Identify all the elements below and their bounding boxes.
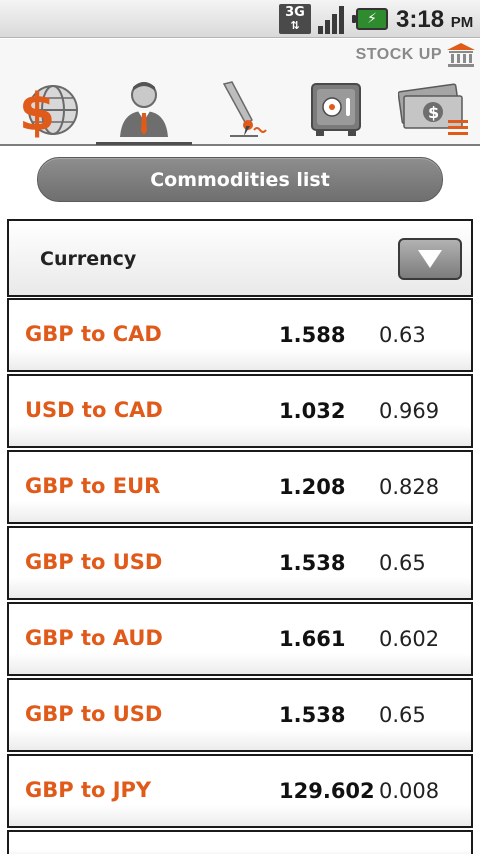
rate-pair: GBP to JPY xyxy=(25,778,152,802)
network-label: 3G xyxy=(285,5,305,20)
status-bar: 3G ⇅ ⚡ 3:18 PM xyxy=(0,0,480,38)
rate-pair: GBP to CAD xyxy=(25,322,162,346)
rate-pair: GBP to USD xyxy=(25,550,163,574)
chevron-down-icon xyxy=(418,250,442,268)
rate-inverse: 0.969 xyxy=(379,399,440,423)
rate-inverse: 0.65 xyxy=(379,551,426,575)
money-stack-icon: $ xyxy=(398,83,468,135)
bank-icon xyxy=(447,43,475,67)
tab-signing[interactable] xyxy=(200,75,280,145)
tab-currency-globe[interactable]: $ xyxy=(8,75,88,145)
commodities-list-button[interactable]: Commodities list xyxy=(37,157,443,202)
svg-text:$: $ xyxy=(428,103,439,122)
signal-strength-icon xyxy=(316,4,348,34)
clock-time: 3:18 xyxy=(396,6,445,33)
rate-inverse: 0.602 xyxy=(379,627,440,651)
rate-pair: GBP to AUD xyxy=(25,626,163,650)
rate-pair: GBP to USD xyxy=(25,702,163,726)
globe-dollar-icon: $ xyxy=(19,83,78,140)
battery-charging-icon: ⚡ xyxy=(352,8,388,30)
rate-row-partial[interactable] xyxy=(7,830,473,854)
rate-row[interactable]: GBP to CAD 1.588 0.63 xyxy=(7,298,473,372)
rate-value: 1.538 xyxy=(279,551,346,575)
pen-sign-icon xyxy=(222,81,267,137)
tab-advisor[interactable] xyxy=(96,75,192,145)
rate-row[interactable]: GBP to JPY 129.602 0.008 xyxy=(7,754,473,828)
rate-row[interactable]: GBP to USD 1.538 0.65 xyxy=(7,526,473,600)
rate-value: 1.032 xyxy=(279,399,346,423)
brand-name: STOCK UP xyxy=(355,46,442,63)
rate-pair: GBP to EUR xyxy=(25,474,161,498)
app-header: STOCK UP $ $ xyxy=(0,39,480,146)
rate-inverse: 0.65 xyxy=(379,703,426,727)
safe-icon xyxy=(311,83,361,136)
rate-value: 1.661 xyxy=(279,627,346,651)
rate-value: 129.602 xyxy=(279,779,375,803)
network-3g-icon: 3G ⇅ xyxy=(279,4,311,34)
businessman-icon xyxy=(120,81,168,137)
rate-pair: USD to CAD xyxy=(25,398,163,422)
clock: 3:18 PM xyxy=(396,6,473,34)
rate-value: 1.208 xyxy=(279,475,346,499)
rate-inverse: 0.828 xyxy=(379,475,440,499)
svg-text:$: $ xyxy=(19,83,55,140)
tab-safe[interactable] xyxy=(296,75,376,145)
rate-inverse: 0.63 xyxy=(379,323,426,347)
rate-row[interactable]: USD to CAD 1.032 0.969 xyxy=(7,374,473,448)
rate-row[interactable]: GBP to USD 1.538 0.65 xyxy=(7,678,473,752)
tab-money[interactable]: $ xyxy=(392,75,476,145)
rate-value: 1.538 xyxy=(279,703,346,727)
currency-selector[interactable]: Currency xyxy=(7,219,473,297)
brand-logo: STOCK UP xyxy=(356,42,476,68)
currency-selector-label: Currency xyxy=(40,248,137,270)
currency-dropdown-button[interactable] xyxy=(398,238,462,280)
rate-row[interactable]: GBP to EUR 1.208 0.828 xyxy=(7,450,473,524)
clock-ampm: PM xyxy=(450,14,474,31)
rate-value: 1.588 xyxy=(279,323,346,347)
rate-row[interactable]: GBP to AUD 1.661 0.602 xyxy=(7,602,473,676)
rate-inverse: 0.008 xyxy=(379,779,440,803)
